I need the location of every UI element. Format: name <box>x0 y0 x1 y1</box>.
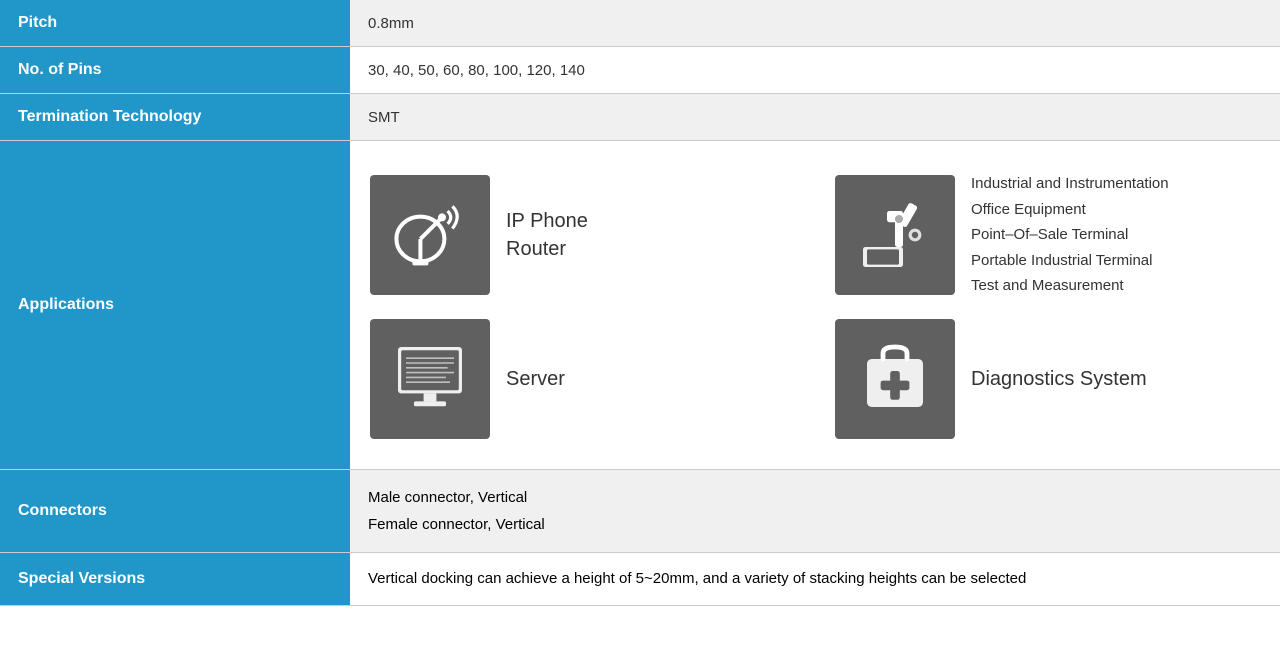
termination-row: Termination Technology SMT <box>0 94 1280 141</box>
connectors-row: Connectors Male connector, Vertical Fema… <box>0 469 1280 552</box>
satellite-dish-icon <box>370 175 490 295</box>
server-label: Server <box>506 365 565 393</box>
special-versions-value: Vertical docking can achieve a height of… <box>350 552 1280 605</box>
termination-label: Termination Technology <box>0 94 350 141</box>
applications-row: Applications <box>0 141 1280 470</box>
app-item-diagnostics: Diagnostics System <box>835 319 1260 439</box>
pins-row: No. of Pins 30, 40, 50, 60, 80, 100, 120… <box>0 47 1280 94</box>
pins-label: No. of Pins <box>0 47 350 94</box>
apps-grid: IP PhoneRouter <box>370 171 1260 439</box>
applications-label: Applications <box>0 141 350 470</box>
app-item-ip-phone: IP PhoneRouter <box>370 171 795 299</box>
diagnostics-icon <box>835 319 955 439</box>
pitch-value: 0.8mm <box>350 0 1280 47</box>
connectors-value: Male connector, Vertical Female connecto… <box>350 469 1280 552</box>
special-versions-label: Special Versions <box>0 552 350 605</box>
pitch-row: Pitch 0.8mm <box>0 0 1280 47</box>
termination-value: SMT <box>350 94 1280 141</box>
pins-value: 30, 40, 50, 60, 80, 100, 120, 140 <box>350 47 1280 94</box>
connectors-label: Connectors <box>0 469 350 552</box>
app-item-industrial: Industrial and InstrumentationOffice Equ… <box>835 171 1260 299</box>
diagnostics-label: Diagnostics System <box>971 365 1147 393</box>
app-item-server: Server <box>370 319 795 439</box>
ip-phone-label: IP PhoneRouter <box>506 207 588 263</box>
pitch-label: Pitch <box>0 0 350 47</box>
server-monitor-icon <box>370 319 490 439</box>
industrial-label: Industrial and InstrumentationOffice Equ… <box>971 171 1169 299</box>
applications-content: IP PhoneRouter <box>350 141 1280 470</box>
industrial-icon <box>835 175 955 295</box>
special-versions-row: Special Versions Vertical docking can ac… <box>0 552 1280 605</box>
